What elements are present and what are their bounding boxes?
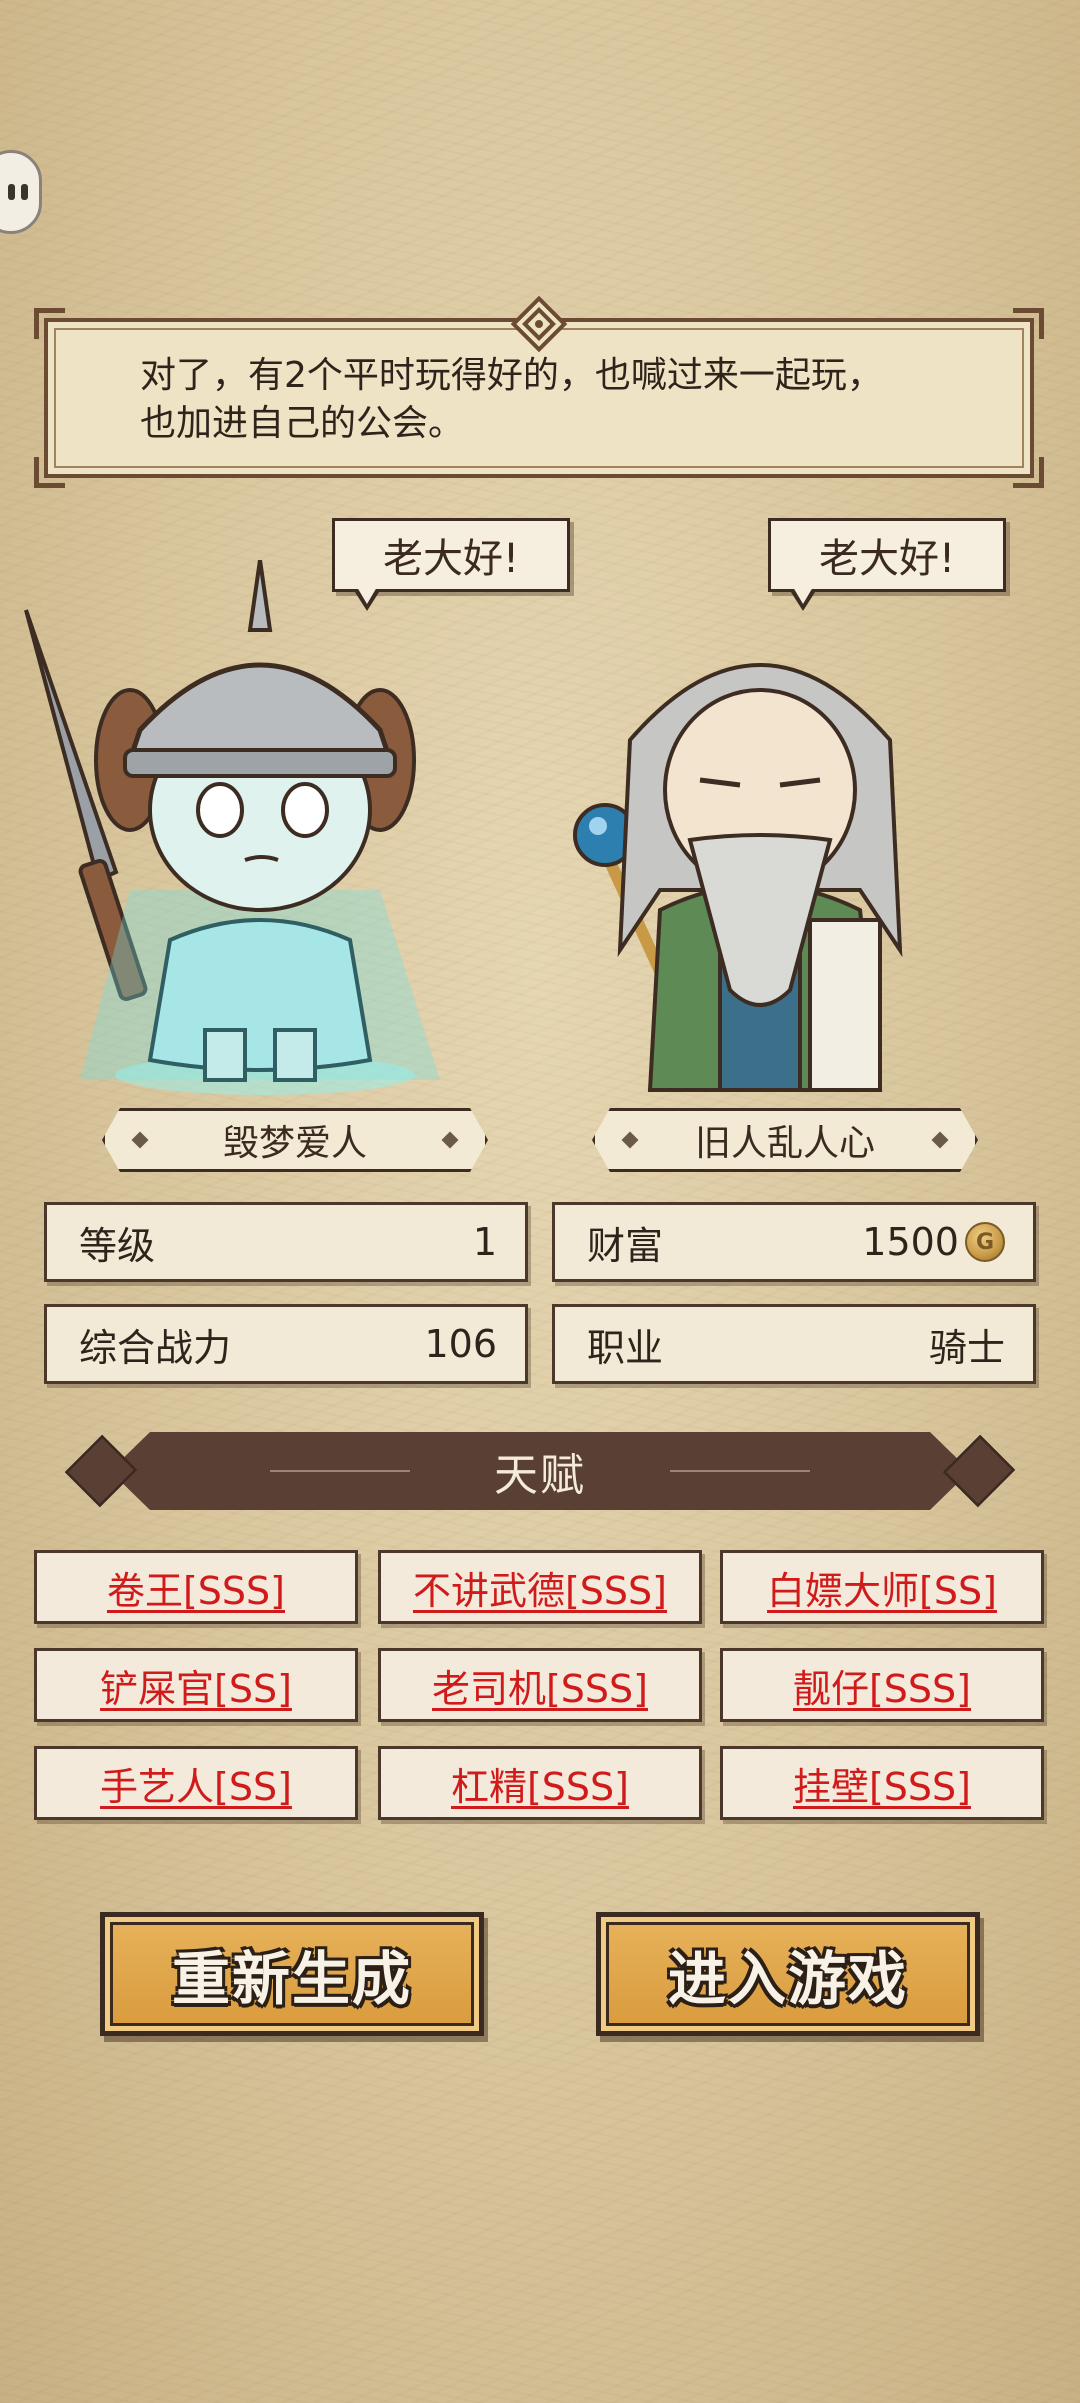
greeting-text: 老大好! <box>818 536 956 582</box>
enter-game-button[interactable]: 进入游戏 <box>596 1912 980 2036</box>
stat-value: 106 <box>424 1322 497 1366</box>
talent-item[interactable]: 手艺人[SS] <box>34 1746 358 1820</box>
stat-label: 等级 <box>79 1223 156 1268</box>
dialogue-box[interactable]: 对了，有2个平时玩得好的，也喊过来一起玩， 也加进自己的公会。 <box>34 295 1044 488</box>
stat-value: 骑士 <box>928 1325 1005 1370</box>
talent-item[interactable]: 不讲武德[SSS] <box>378 1550 702 1624</box>
talent-item[interactable]: 铲屎官[SS] <box>34 1648 358 1722</box>
stat-label: 职业 <box>587 1325 664 1370</box>
knight-character-portrait[interactable] <box>20 560 490 1100</box>
wizard-character-portrait[interactable] <box>560 590 960 1110</box>
side-menu-tab[interactable] <box>0 150 42 234</box>
stat-label: 财富 <box>587 1223 664 1268</box>
frame-corner <box>34 308 65 339</box>
job-stat: 职业 骑士 <box>552 1304 1036 1384</box>
frame-corner <box>1013 457 1044 488</box>
wizard-name-plate: 旧人乱人心 <box>592 1108 978 1172</box>
stat-label: 综合战力 <box>79 1325 232 1370</box>
knight-name-plate-frame: 毁梦爱人 <box>102 1108 488 1172</box>
talent-item[interactable]: 靓仔[SSS] <box>720 1648 1044 1722</box>
talent-item[interactable]: 挂壁[SSS] <box>720 1746 1044 1820</box>
side-tab-eye-icon <box>21 184 28 200</box>
dialogue-line: 也加进自己的公会。 <box>140 403 465 444</box>
talent-item[interactable]: 老司机[SSS] <box>378 1648 702 1722</box>
talent-item[interactable]: 卷王[SSS] <box>34 1550 358 1624</box>
speech-bubble-right: 老大好! <box>768 518 1006 611</box>
character-name: 旧人乱人心 <box>694 1123 875 1164</box>
talent-title: 天赋 <box>494 1450 586 1501</box>
diamond-ornament-icon <box>510 295 568 353</box>
wealth-stat: 财富 1500 G <box>552 1202 1036 1282</box>
regenerate-button[interactable]: 重新生成 <box>100 1912 484 2036</box>
stat-value: 1 <box>472 1220 497 1264</box>
level-stat: 等级 1 <box>44 1202 528 1282</box>
talent-banner: 天赋 <box>64 1432 1016 1510</box>
stat-value: 1500 <box>862 1220 959 1264</box>
coin-icon: G <box>965 1222 1005 1262</box>
side-tab-eye-icon <box>8 184 15 200</box>
stat-value-group: 1500 G <box>862 1220 1005 1264</box>
talent-item[interactable]: 杠精[SSS] <box>378 1746 702 1820</box>
wizard-name-plate-frame: 旧人乱人心 <box>592 1108 978 1172</box>
character-name: 毁梦爱人 <box>222 1123 367 1164</box>
dialogue-text: 对了，有2个平时玩得好的，也喊过来一起玩， 也加进自己的公会。 <box>140 352 970 448</box>
knight-name-plate: 毁梦爱人 <box>102 1108 488 1172</box>
dialogue-line: 对了，有2个平时玩得好的，也喊过来一起玩， <box>140 355 883 396</box>
talent-item[interactable]: 白嫖大师[SS] <box>720 1550 1044 1624</box>
frame-corner <box>1013 308 1044 339</box>
power-stat: 综合战力 106 <box>44 1304 528 1384</box>
frame-corner <box>34 457 65 488</box>
